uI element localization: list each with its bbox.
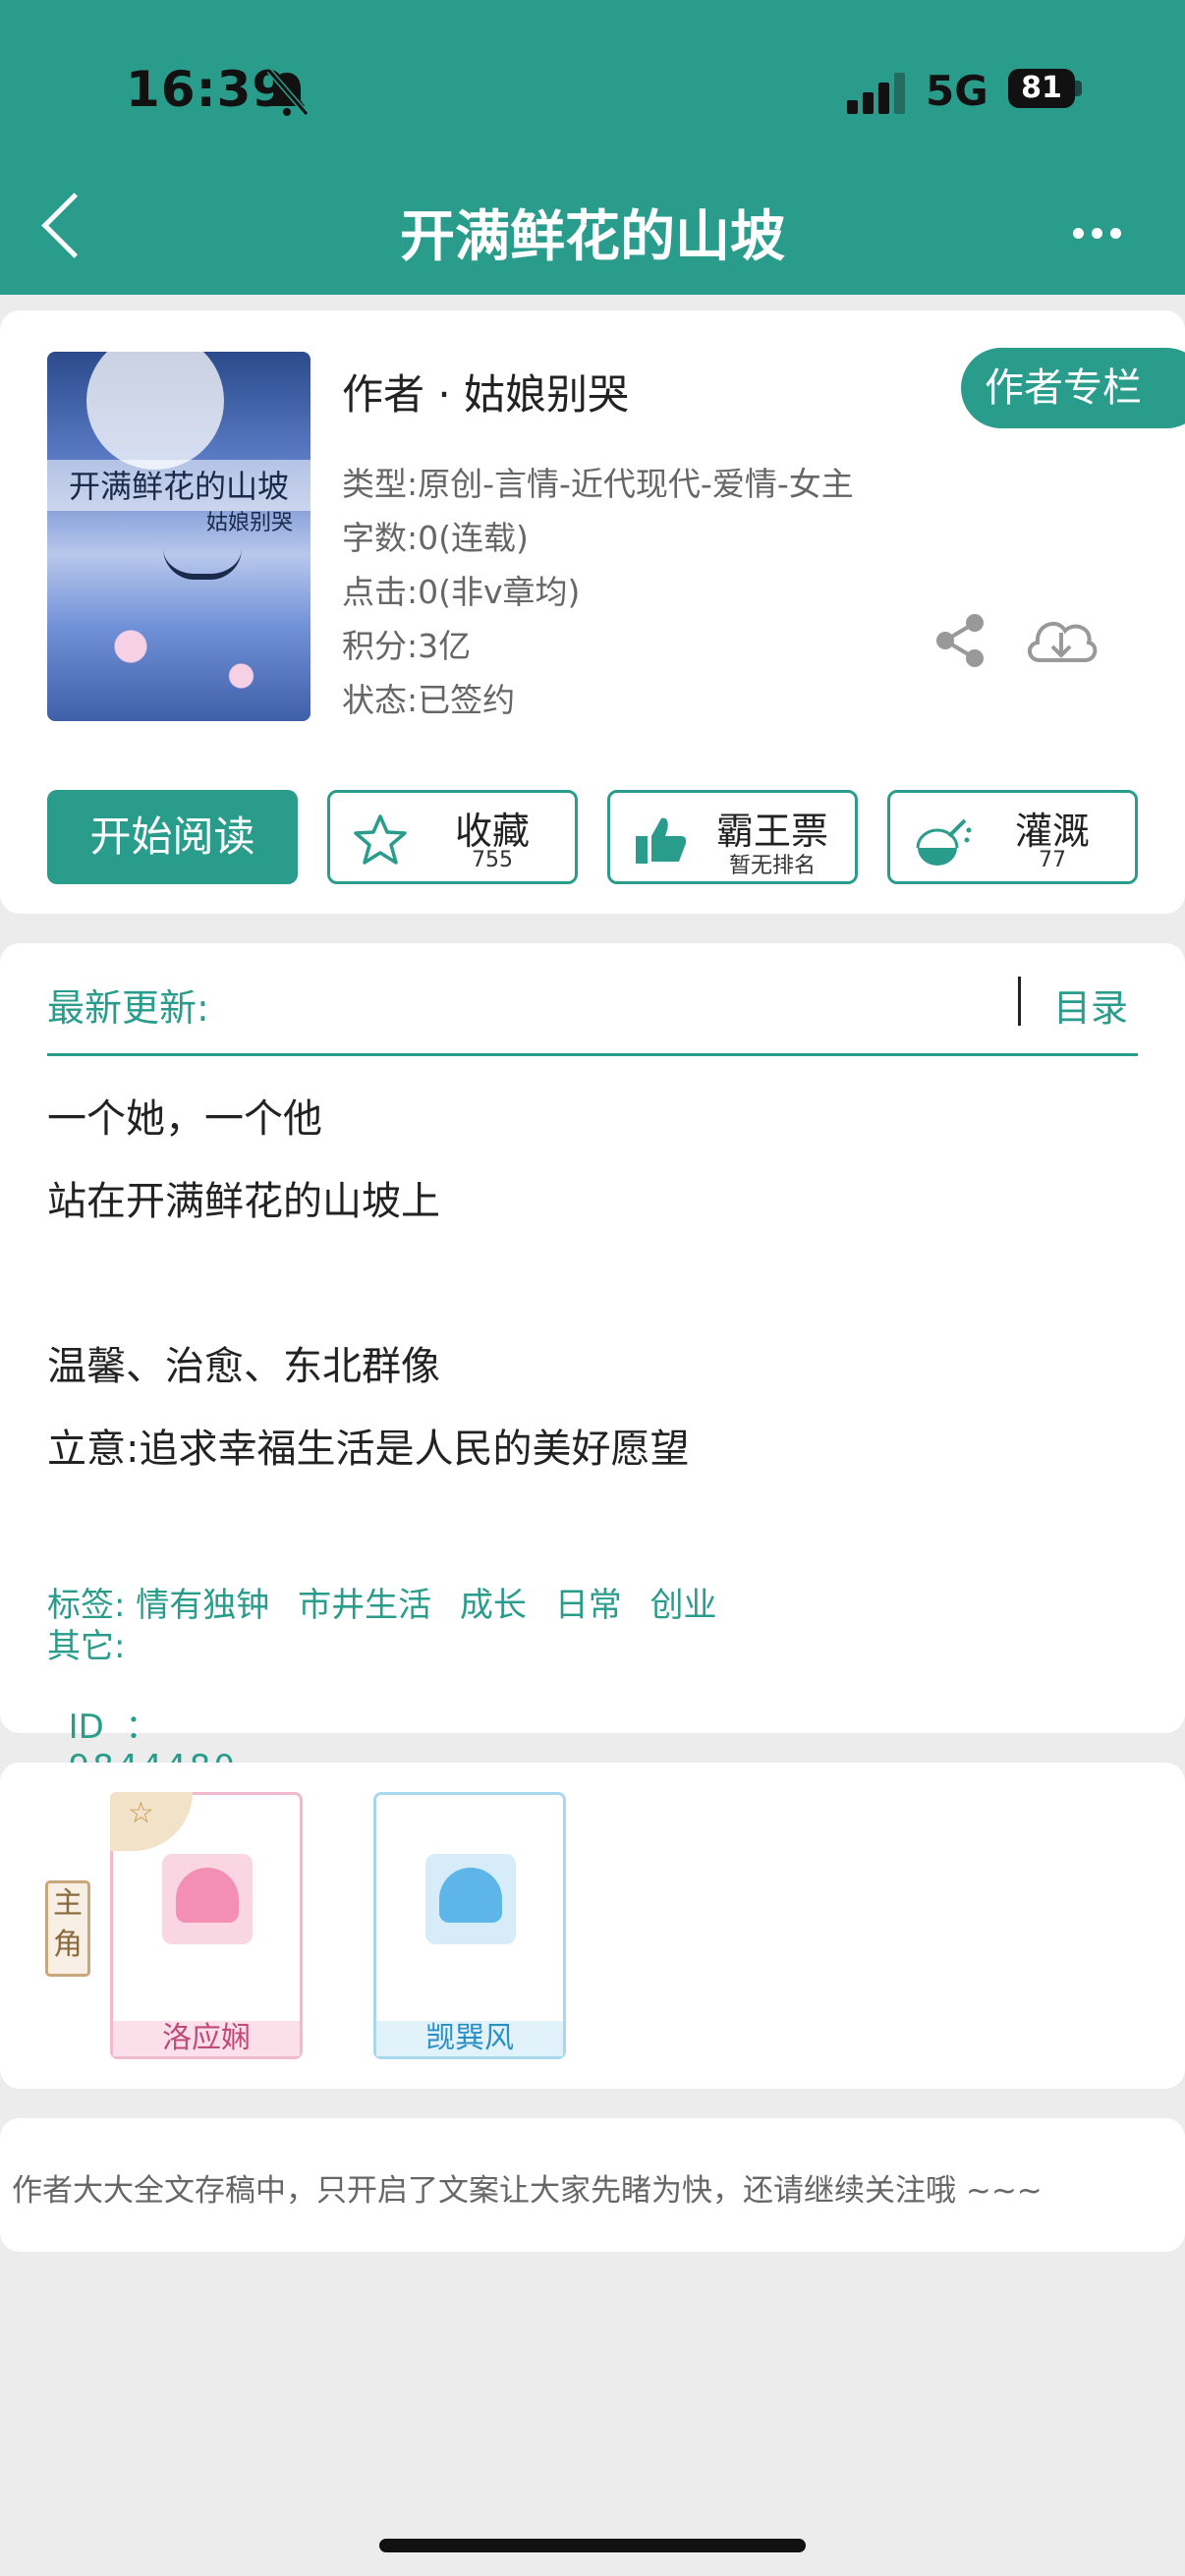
network-type: 5G — [926, 67, 988, 115]
author-column-button[interactable]: 作者专栏 — [961, 348, 1185, 428]
book-cover[interactable]: 开满鲜花的山坡 姑娘别哭 — [47, 352, 310, 721]
cover-petals — [57, 607, 303, 705]
meta-word-count: 字数:0(连载) — [342, 519, 529, 557]
battery-level: 81 — [1008, 69, 1075, 108]
intro-line: 站在开满鲜花的山坡上 — [47, 1179, 440, 1224]
meta-genre: 类型:原创-言情-近代现代-爱情-女主 — [342, 465, 854, 503]
character-avatar — [162, 1854, 253, 1944]
water-button[interactable]: 灌溉 77 — [887, 790, 1138, 884]
cover-boat — [163, 548, 242, 580]
latest-update-label[interactable]: 最新更新: — [47, 978, 209, 1032]
more-icon[interactable] — [1073, 224, 1129, 243]
download-icon[interactable] — [1022, 611, 1100, 670]
toc-divider — [1018, 977, 1021, 1026]
star-icon — [354, 814, 407, 865]
id-label: ID ： — [68, 1708, 159, 1747]
star-icon: ☆ — [128, 1796, 154, 1830]
cover-title: 开满鲜花的山坡 — [68, 468, 289, 505]
water-label: 灌溉 — [1014, 810, 1090, 853]
tag[interactable]: 情有独钟 — [136, 1586, 269, 1625]
mute-bell-icon — [266, 69, 310, 116]
thumb-up-icon — [636, 817, 687, 864]
home-indicator[interactable] — [379, 2539, 806, 2552]
vote-button[interactable]: 霸王票 暂无排名 — [607, 790, 858, 884]
share-icon[interactable] — [931, 611, 990, 670]
battery-tip — [1075, 81, 1082, 96]
character-name: 洛应娴 — [113, 2021, 300, 2056]
cover-author: 姑娘别哭 — [205, 511, 293, 535]
character-card[interactable]: 觊巽风 — [373, 1792, 566, 2059]
intro-line: 温馨、治愈、东北群像 — [47, 1344, 440, 1389]
start-reading-button[interactable]: 开始阅读 — [47, 790, 298, 884]
lead-role-tag: 主角 — [45, 1880, 90, 1977]
tag[interactable]: 市井生活 — [298, 1586, 431, 1625]
intro-line: 立意:追求幸福生活是人民的美好愿望 — [47, 1427, 690, 1472]
meta-clicks: 点击:0(非v章均) — [342, 573, 581, 611]
collect-count: 755 — [472, 848, 513, 872]
character-avatar — [425, 1854, 516, 1944]
tags-row: 标签: 情有独钟 市井生活 成长 日常 创业 — [47, 1578, 735, 1626]
intro-line: 一个她，一个他 — [47, 1096, 322, 1142]
collect-button[interactable]: 收藏 755 — [327, 790, 578, 884]
collect-label: 收藏 — [454, 810, 530, 853]
author-name[interactable]: 作者 · 姑娘别哭 — [342, 362, 629, 421]
tag[interactable]: 成长 — [460, 1586, 527, 1625]
vote-rank: 暂无排名 — [728, 854, 816, 878]
water-count: 77 — [1039, 848, 1066, 872]
meta-status: 状态:已签约 — [342, 681, 516, 719]
tag[interactable]: 创业 — [650, 1586, 717, 1625]
character-name: 觊巽风 — [376, 2021, 563, 2056]
notice-text: 作者大大全文存稿中，只开启了文案让大家先睹为快，还请继续关注哦 ~~~ — [12, 2173, 1043, 2209]
signal-icon — [847, 71, 906, 114]
toc-link[interactable]: 目录 — [1053, 978, 1128, 1032]
cover-moon — [86, 352, 224, 470]
meta-score: 积分:3亿 — [342, 627, 472, 665]
watering-icon — [916, 818, 972, 866]
vote-label: 霸王票 — [715, 810, 828, 853]
latest-underline — [47, 1053, 1138, 1056]
tag[interactable]: 日常 — [555, 1586, 622, 1625]
page-title: 开满鲜花的山坡 — [400, 205, 785, 269]
